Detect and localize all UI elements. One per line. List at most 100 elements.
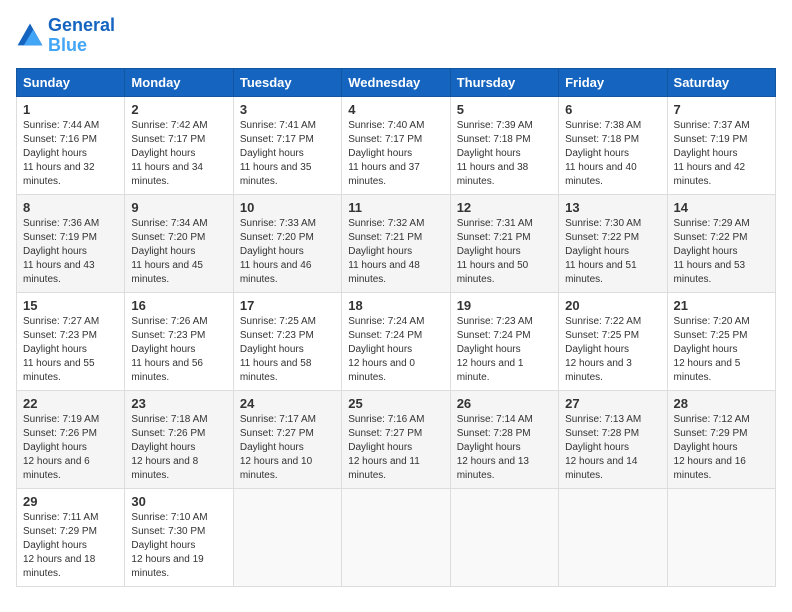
day-number: 28	[674, 396, 769, 411]
day-detail: Sunrise: 7:17 AMSunset: 7:27 PMDaylight …	[240, 414, 316, 481]
day-detail: Sunrise: 7:32 AMSunset: 7:21 PMDaylight …	[348, 218, 424, 285]
day-number: 4	[348, 102, 443, 117]
calendar-cell: 1 Sunrise: 7:44 AMSunset: 7:16 PMDayligh…	[17, 96, 125, 194]
day-detail: Sunrise: 7:22 AMSunset: 7:25 PMDaylight …	[565, 316, 641, 383]
calendar-cell: 27 Sunrise: 7:13 AMSunset: 7:28 PMDaylig…	[559, 390, 667, 488]
weekday-header-thursday: Thursday	[450, 68, 558, 96]
day-detail: Sunrise: 7:25 AMSunset: 7:23 PMDaylight …	[240, 316, 316, 383]
day-number: 2	[131, 102, 226, 117]
calendar-cell: 30 Sunrise: 7:10 AMSunset: 7:30 PMDaylig…	[125, 488, 233, 586]
logo: General Blue	[16, 16, 115, 56]
day-number: 19	[457, 298, 552, 313]
calendar-cell: 20 Sunrise: 7:22 AMSunset: 7:25 PMDaylig…	[559, 292, 667, 390]
calendar-cell	[667, 488, 775, 586]
calendar-cell: 18 Sunrise: 7:24 AMSunset: 7:24 PMDaylig…	[342, 292, 450, 390]
day-detail: Sunrise: 7:19 AMSunset: 7:26 PMDaylight …	[23, 414, 99, 481]
calendar-cell: 6 Sunrise: 7:38 AMSunset: 7:18 PMDayligh…	[559, 96, 667, 194]
calendar-cell: 15 Sunrise: 7:27 AMSunset: 7:23 PMDaylig…	[17, 292, 125, 390]
day-detail: Sunrise: 7:20 AMSunset: 7:25 PMDaylight …	[674, 316, 750, 383]
day-detail: Sunrise: 7:10 AMSunset: 7:30 PMDaylight …	[131, 512, 207, 579]
day-number: 7	[674, 102, 769, 117]
day-number: 15	[23, 298, 118, 313]
calendar-cell: 17 Sunrise: 7:25 AMSunset: 7:23 PMDaylig…	[233, 292, 341, 390]
day-detail: Sunrise: 7:44 AMSunset: 7:16 PMDaylight …	[23, 120, 99, 187]
calendar-cell: 10 Sunrise: 7:33 AMSunset: 7:20 PMDaylig…	[233, 194, 341, 292]
day-detail: Sunrise: 7:12 AMSunset: 7:29 PMDaylight …	[674, 414, 750, 481]
day-number: 10	[240, 200, 335, 215]
calendar-cell: 26 Sunrise: 7:14 AMSunset: 7:28 PMDaylig…	[450, 390, 558, 488]
day-detail: Sunrise: 7:27 AMSunset: 7:23 PMDaylight …	[23, 316, 99, 383]
day-detail: Sunrise: 7:23 AMSunset: 7:24 PMDaylight …	[457, 316, 533, 383]
day-detail: Sunrise: 7:13 AMSunset: 7:28 PMDaylight …	[565, 414, 641, 481]
day-number: 20	[565, 298, 660, 313]
calendar-cell: 14 Sunrise: 7:29 AMSunset: 7:22 PMDaylig…	[667, 194, 775, 292]
day-detail: Sunrise: 7:31 AMSunset: 7:21 PMDaylight …	[457, 218, 533, 285]
day-number: 26	[457, 396, 552, 411]
calendar-cell: 12 Sunrise: 7:31 AMSunset: 7:21 PMDaylig…	[450, 194, 558, 292]
day-detail: Sunrise: 7:41 AMSunset: 7:17 PMDaylight …	[240, 120, 316, 187]
day-number: 17	[240, 298, 335, 313]
calendar-cell: 8 Sunrise: 7:36 AMSunset: 7:19 PMDayligh…	[17, 194, 125, 292]
day-number: 24	[240, 396, 335, 411]
day-number: 3	[240, 102, 335, 117]
calendar-cell: 4 Sunrise: 7:40 AMSunset: 7:17 PMDayligh…	[342, 96, 450, 194]
page-header: General Blue	[16, 16, 776, 56]
weekday-header-friday: Friday	[559, 68, 667, 96]
day-number: 12	[457, 200, 552, 215]
calendar-cell: 11 Sunrise: 7:32 AMSunset: 7:21 PMDaylig…	[342, 194, 450, 292]
weekday-header-saturday: Saturday	[667, 68, 775, 96]
day-detail: Sunrise: 7:30 AMSunset: 7:22 PMDaylight …	[565, 218, 641, 285]
day-detail: Sunrise: 7:16 AMSunset: 7:27 PMDaylight …	[348, 414, 424, 481]
calendar-cell: 24 Sunrise: 7:17 AMSunset: 7:27 PMDaylig…	[233, 390, 341, 488]
day-number: 25	[348, 396, 443, 411]
weekday-header-monday: Monday	[125, 68, 233, 96]
weekday-header-sunday: Sunday	[17, 68, 125, 96]
calendar-cell: 23 Sunrise: 7:18 AMSunset: 7:26 PMDaylig…	[125, 390, 233, 488]
day-number: 21	[674, 298, 769, 313]
day-detail: Sunrise: 7:39 AMSunset: 7:18 PMDaylight …	[457, 120, 533, 187]
logo-text: General Blue	[48, 16, 115, 56]
day-detail: Sunrise: 7:37 AMSunset: 7:19 PMDaylight …	[674, 120, 750, 187]
weekday-header-wednesday: Wednesday	[342, 68, 450, 96]
day-number: 23	[131, 396, 226, 411]
calendar-cell: 2 Sunrise: 7:42 AMSunset: 7:17 PMDayligh…	[125, 96, 233, 194]
calendar-cell: 13 Sunrise: 7:30 AMSunset: 7:22 PMDaylig…	[559, 194, 667, 292]
calendar-cell: 7 Sunrise: 7:37 AMSunset: 7:19 PMDayligh…	[667, 96, 775, 194]
day-detail: Sunrise: 7:42 AMSunset: 7:17 PMDaylight …	[131, 120, 207, 187]
day-number: 30	[131, 494, 226, 509]
calendar-cell: 3 Sunrise: 7:41 AMSunset: 7:17 PMDayligh…	[233, 96, 341, 194]
day-number: 18	[348, 298, 443, 313]
calendar-cell	[559, 488, 667, 586]
day-number: 14	[674, 200, 769, 215]
day-detail: Sunrise: 7:26 AMSunset: 7:23 PMDaylight …	[131, 316, 207, 383]
day-detail: Sunrise: 7:38 AMSunset: 7:18 PMDaylight …	[565, 120, 641, 187]
day-detail: Sunrise: 7:34 AMSunset: 7:20 PMDaylight …	[131, 218, 207, 285]
day-detail: Sunrise: 7:24 AMSunset: 7:24 PMDaylight …	[348, 316, 424, 383]
day-number: 11	[348, 200, 443, 215]
calendar-cell: 16 Sunrise: 7:26 AMSunset: 7:23 PMDaylig…	[125, 292, 233, 390]
day-detail: Sunrise: 7:33 AMSunset: 7:20 PMDaylight …	[240, 218, 316, 285]
day-number: 5	[457, 102, 552, 117]
day-number: 1	[23, 102, 118, 117]
calendar-cell: 28 Sunrise: 7:12 AMSunset: 7:29 PMDaylig…	[667, 390, 775, 488]
calendar-cell: 29 Sunrise: 7:11 AMSunset: 7:29 PMDaylig…	[17, 488, 125, 586]
day-detail: Sunrise: 7:18 AMSunset: 7:26 PMDaylight …	[131, 414, 207, 481]
calendar-cell	[342, 488, 450, 586]
calendar-cell	[233, 488, 341, 586]
calendar-cell	[450, 488, 558, 586]
day-number: 13	[565, 200, 660, 215]
calendar-cell: 25 Sunrise: 7:16 AMSunset: 7:27 PMDaylig…	[342, 390, 450, 488]
calendar-cell: 19 Sunrise: 7:23 AMSunset: 7:24 PMDaylig…	[450, 292, 558, 390]
day-number: 29	[23, 494, 118, 509]
calendar-cell: 5 Sunrise: 7:39 AMSunset: 7:18 PMDayligh…	[450, 96, 558, 194]
day-detail: Sunrise: 7:40 AMSunset: 7:17 PMDaylight …	[348, 120, 424, 187]
logo-icon	[16, 22, 44, 50]
calendar-cell: 21 Sunrise: 7:20 AMSunset: 7:25 PMDaylig…	[667, 292, 775, 390]
day-number: 8	[23, 200, 118, 215]
weekday-header-tuesday: Tuesday	[233, 68, 341, 96]
day-detail: Sunrise: 7:14 AMSunset: 7:28 PMDaylight …	[457, 414, 533, 481]
day-detail: Sunrise: 7:11 AMSunset: 7:29 PMDaylight …	[23, 512, 98, 579]
day-number: 16	[131, 298, 226, 313]
day-detail: Sunrise: 7:29 AMSunset: 7:22 PMDaylight …	[674, 218, 750, 285]
day-number: 22	[23, 396, 118, 411]
